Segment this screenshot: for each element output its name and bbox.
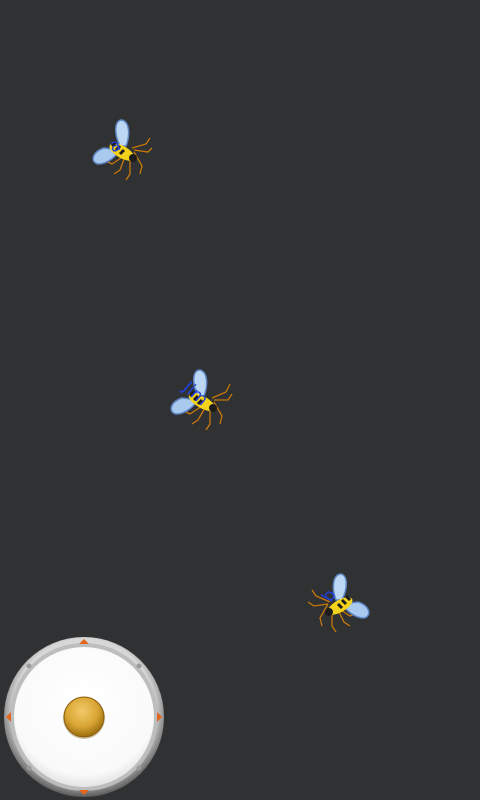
joystick[interactable]: [3, 636, 165, 798]
bee-a[interactable]: a: [84, 112, 164, 182]
game-scene[interactable]: a Jim b: [0, 0, 480, 800]
bee-icon: [307, 573, 370, 633]
bee-icon: [92, 119, 153, 181]
joystick-knob[interactable]: [63, 696, 105, 738]
joystick-icon: [4, 637, 164, 797]
bee-jim[interactable]: Jim: [162, 362, 242, 432]
bee-b[interactable]: b: [298, 566, 378, 636]
bee-icon: [170, 369, 233, 431]
